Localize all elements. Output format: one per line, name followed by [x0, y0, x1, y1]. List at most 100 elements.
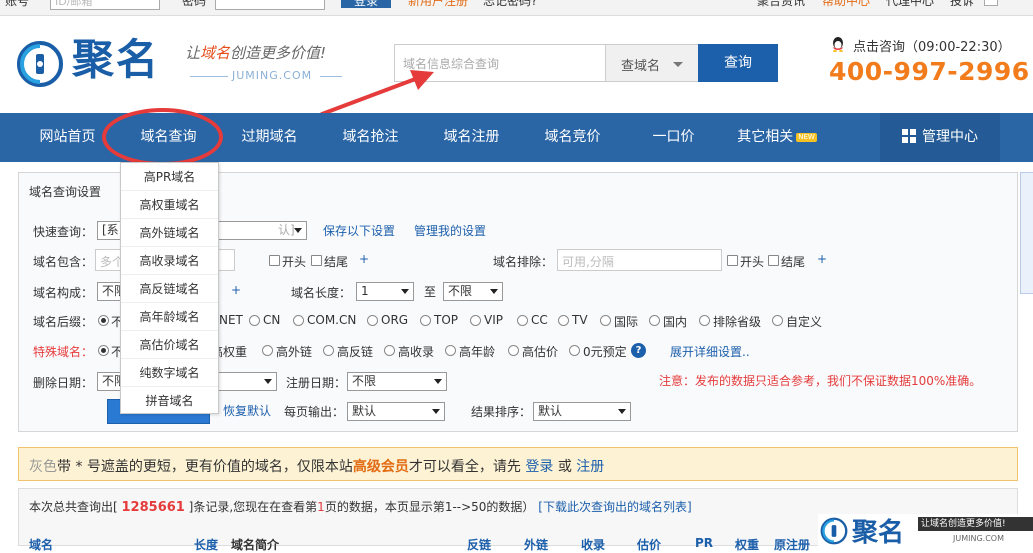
nav-fixed-price[interactable]: 一口价 — [626, 113, 721, 162]
col-indexed[interactable]: 收录 — [581, 536, 605, 553]
suffix-radio-any[interactable] — [98, 315, 109, 326]
password-input[interactable] — [215, 0, 325, 10]
suffix-comcn-label: COM.CN — [307, 313, 357, 327]
suffix-radio-cn[interactable] — [249, 315, 260, 326]
account-label: 账号 — [5, 0, 30, 8]
special-radio-indexed[interactable] — [384, 345, 395, 356]
special-radio-any[interactable] — [98, 345, 109, 356]
length-to-select[interactable]: 不限 — [443, 282, 503, 301]
reg-date-select[interactable]: 不限 — [347, 372, 447, 391]
banner-register-link[interactable]: 注册 — [576, 459, 604, 475]
dropdown-item-high-pr[interactable]: 高PR域名 — [121, 163, 218, 191]
suffix-radio-cc[interactable] — [517, 315, 528, 326]
dropdown-item-pinyin[interactable]: 拼音域名 — [121, 387, 218, 415]
side-float-tab[interactable] — [1020, 172, 1033, 294]
exclude-input[interactable]: 可用,分隔 — [557, 249, 722, 271]
suffix-radio-vip[interactable] — [470, 315, 481, 326]
suffix-radio-intl[interactable] — [600, 315, 611, 326]
help-link[interactable]: 帮助中心 — [822, 0, 870, 8]
chevron-down-icon — [401, 289, 409, 294]
col-backlink[interactable]: 反链 — [467, 536, 491, 553]
sort-label: 结果排序： — [471, 405, 532, 419]
manage-settings-link[interactable]: 管理我的设置 — [414, 222, 486, 239]
suffix-radio-top[interactable] — [420, 315, 431, 326]
account-input[interactable]: ID/邮箱 — [50, 0, 160, 10]
contains-start-checkbox[interactable] — [269, 255, 280, 266]
save-settings-link[interactable]: 保存以下设置 — [323, 222, 395, 239]
download-list-link[interactable]: [下载此次查询出的域名列表] — [538, 500, 691, 514]
forgot-password-link[interactable]: 忘记密码? — [483, 0, 537, 8]
nav-domain-backorder[interactable]: 域名抢注 — [323, 113, 418, 162]
checkbox-icon[interactable] — [984, 0, 998, 6]
dropdown-item-high-value[interactable]: 高估价域名 — [121, 331, 218, 359]
exclude-start-label: 开头 — [740, 255, 765, 269]
col-orig-reg[interactable]: 原注册 — [774, 536, 810, 553]
help-icon[interactable]: ? — [631, 343, 646, 358]
dropdown-item-high-outlink[interactable]: 高外链域名 — [121, 219, 218, 247]
special-indexed-label: 高收录 — [398, 345, 435, 359]
quick-query-label: 快速查询： — [33, 225, 94, 239]
register-link[interactable]: 新用户注册 — [408, 0, 468, 8]
col-length[interactable]: 长度 — [194, 536, 218, 553]
contains-add-icon[interactable]: + — [359, 252, 369, 266]
grid-icon — [902, 129, 916, 143]
col-domain[interactable]: 域名 — [29, 536, 53, 553]
col-outlink[interactable]: 外链 — [524, 536, 548, 553]
suffix-radio-org[interactable] — [367, 315, 378, 326]
complaint-link[interactable]: 投诉 — [950, 0, 974, 8]
contains-end-checkbox[interactable] — [311, 255, 322, 266]
nav-domain-register[interactable]: 域名注册 — [424, 113, 519, 162]
banner-login-link[interactable]: 登录 — [525, 459, 553, 475]
news-link[interactable]: 聚合资讯 — [757, 0, 805, 8]
qq-penguin-icon[interactable] — [830, 36, 846, 52]
special-radio-value[interactable] — [508, 345, 519, 356]
suffix-radio-comcn[interactable] — [293, 315, 304, 326]
dropdown-item-high-backlink[interactable]: 高反链域名 — [121, 275, 218, 303]
juming-logo-icon — [17, 41, 63, 87]
expand-settings-link[interactable]: 展开详细设置.. — [670, 343, 750, 360]
dropdown-item-numeric[interactable]: 纯数字域名 — [121, 359, 218, 387]
contains-label: 域名包含： — [33, 255, 94, 269]
nav-manage-label: 管理中心 — [922, 129, 978, 145]
special-outlink-label: 高外链 — [276, 345, 313, 359]
suffix-radio-domestic[interactable] — [649, 315, 660, 326]
sort-select[interactable]: 默认 — [533, 402, 631, 421]
exclude-add-icon[interactable]: + — [817, 252, 827, 266]
col-value[interactable]: 估价 — [637, 536, 661, 553]
nav-manage-center[interactable]: 管理中心 — [880, 113, 1000, 162]
compose-label: 域名构成： — [33, 286, 94, 300]
dropdown-item-high-indexed[interactable]: 高收录域名 — [121, 247, 218, 275]
nav-domain-auction[interactable]: 域名竞价 — [525, 113, 620, 162]
agent-link[interactable]: 代理中心 — [886, 0, 934, 8]
special-radio-zero[interactable] — [569, 345, 580, 356]
chevron-down-icon — [264, 379, 272, 384]
logo-text[interactable]: 聚名 — [72, 34, 160, 86]
suffix-radio-custom[interactable] — [772, 315, 783, 326]
search-type-select[interactable]: 查域名 — [605, 44, 699, 82]
special-radio-backlink[interactable] — [323, 345, 334, 356]
suffix-top-label: TOP — [434, 313, 459, 327]
length-from-select[interactable]: 1 — [356, 282, 414, 301]
consult-link[interactable]: 点击咨询（09:00-22:30） — [853, 36, 1011, 55]
suffix-radio-tv[interactable] — [558, 315, 569, 326]
login-button[interactable]: 登录 — [341, 0, 391, 8]
dropdown-item-high-weight[interactable]: 高权重域名 — [121, 191, 218, 219]
special-radio-outlink[interactable] — [262, 345, 273, 356]
exclude-end-checkbox[interactable] — [768, 255, 779, 266]
new-badge: NEW — [796, 133, 817, 142]
per-page-select[interactable]: 默认 — [347, 402, 445, 421]
dropdown-item-high-age[interactable]: 高年龄域名 — [121, 303, 218, 331]
search-button[interactable]: 查询 — [698, 44, 778, 82]
reset-default-link[interactable]: 恢复默认 — [223, 402, 271, 419]
nav-other[interactable]: 其它相关 NEW — [722, 113, 832, 162]
compose-add-icon[interactable]: + — [231, 283, 241, 297]
special-radio-age[interactable] — [445, 345, 456, 356]
nav-home[interactable]: 网站首页 — [20, 113, 115, 162]
nav-expired-domains[interactable]: 过期域名 — [222, 113, 317, 162]
col-pr[interactable]: PR — [695, 536, 713, 550]
suffix-radio-exclude-province[interactable] — [699, 315, 710, 326]
slogan-post: 创造更多价值! — [230, 44, 327, 62]
exclude-start-checkbox[interactable] — [727, 255, 738, 266]
chevron-down-icon — [618, 409, 626, 414]
col-weight[interactable]: 权重 — [735, 536, 759, 553]
